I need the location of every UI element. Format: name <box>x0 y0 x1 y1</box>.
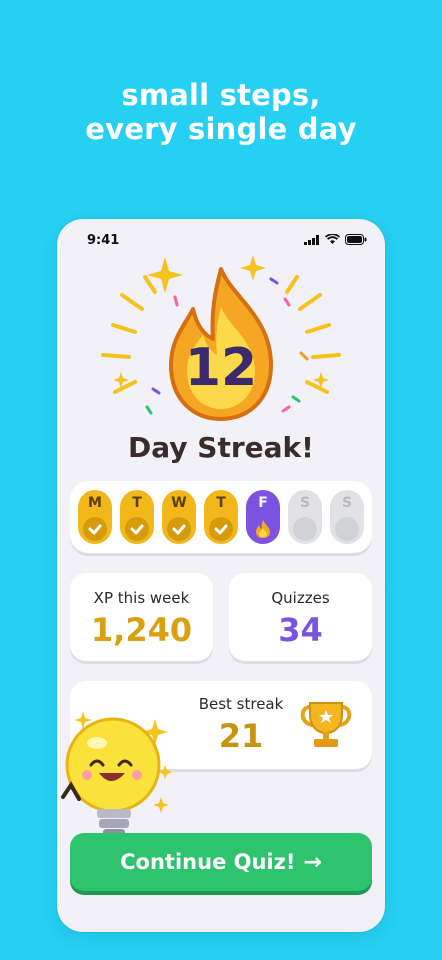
empty-marker <box>335 517 359 541</box>
status-time: 9:41 <box>87 233 120 248</box>
continue-quiz-button[interactable]: Continue Quiz! → <box>70 833 372 891</box>
wifi-icon <box>325 234 340 244</box>
quizzes-value: 34 <box>278 611 323 649</box>
day-letter: S <box>341 495 353 511</box>
check-icon <box>209 517 233 541</box>
xp-card: XP this week 1,240 <box>70 573 213 661</box>
day-sunday: S <box>330 490 364 544</box>
day-letter: S <box>299 495 311 511</box>
day-monday: M <box>78 490 112 544</box>
arrow-right-icon: → <box>303 850 322 875</box>
xp-value: 1,240 <box>90 611 193 649</box>
day-saturday: S <box>288 490 322 544</box>
xp-caption: XP this week <box>93 589 190 607</box>
day-letter: T <box>132 495 142 511</box>
streak-count: 12 <box>184 338 258 398</box>
day-letter: M <box>88 495 102 511</box>
headline-line-2: every single day <box>85 112 357 146</box>
flame-small-icon <box>251 517 275 541</box>
day-letter: F <box>258 495 268 511</box>
day-thursday: T <box>204 490 238 544</box>
day-letter: W <box>171 495 187 511</box>
check-icon <box>83 517 107 541</box>
continue-quiz-label: Continue Quiz! <box>120 850 296 874</box>
quizzes-card: Quizzes 34 <box>229 573 372 661</box>
promo-headline: small steps, every single day <box>0 78 442 146</box>
day-letter: T <box>216 495 226 511</box>
day-tuesday: T <box>120 490 154 544</box>
battery-icon <box>345 234 367 245</box>
check-icon <box>125 517 149 541</box>
week-tracker: M T W T F S S <box>70 481 372 553</box>
quizzes-caption: Quizzes <box>271 589 330 607</box>
trophy-icon <box>300 702 352 747</box>
headline-line-1: small steps, <box>121 78 321 112</box>
day-friday: F <box>246 490 280 544</box>
phone-screen: 9:41 12 Day Streak! M T W T F S S XP thi… <box>57 219 385 932</box>
check-icon <box>167 517 191 541</box>
day-wednesday: W <box>162 490 196 544</box>
lightbulb-mascot <box>61 711 172 837</box>
empty-marker <box>293 517 317 541</box>
signal-icon <box>304 234 319 245</box>
streak-label: Day Streak! <box>128 431 314 464</box>
